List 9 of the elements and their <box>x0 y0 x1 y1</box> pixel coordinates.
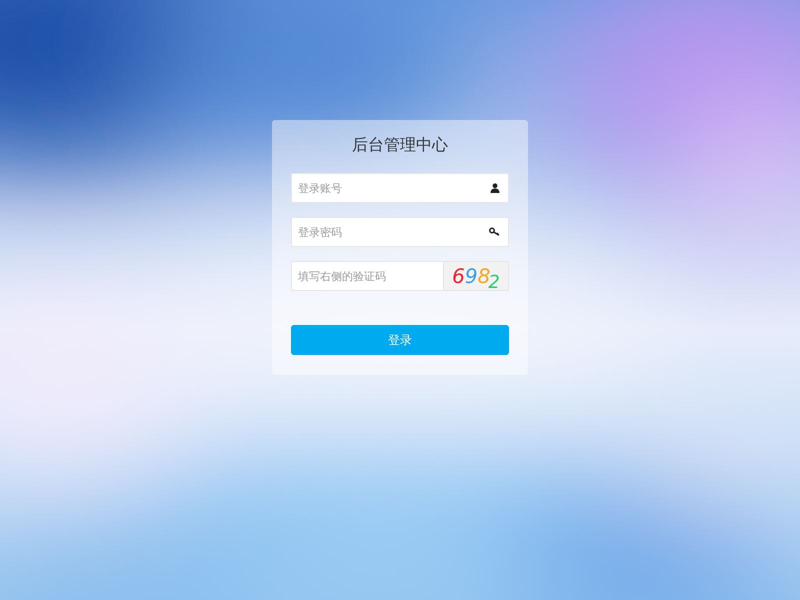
key-icon <box>489 227 500 236</box>
captcha-digit: 9 <box>464 263 478 290</box>
login-title: 后台管理中心 <box>351 134 449 156</box>
captcha-digit: 6 <box>452 263 465 290</box>
login-button[interactable]: 登录 <box>291 325 509 355</box>
user-icon <box>490 183 500 193</box>
input-field[interactable]: 登录账号 <box>291 173 509 203</box>
input-field[interactable]: 登录密码 <box>291 217 509 247</box>
input-field[interactable]: 填写右侧的验证码 <box>291 261 443 291</box>
